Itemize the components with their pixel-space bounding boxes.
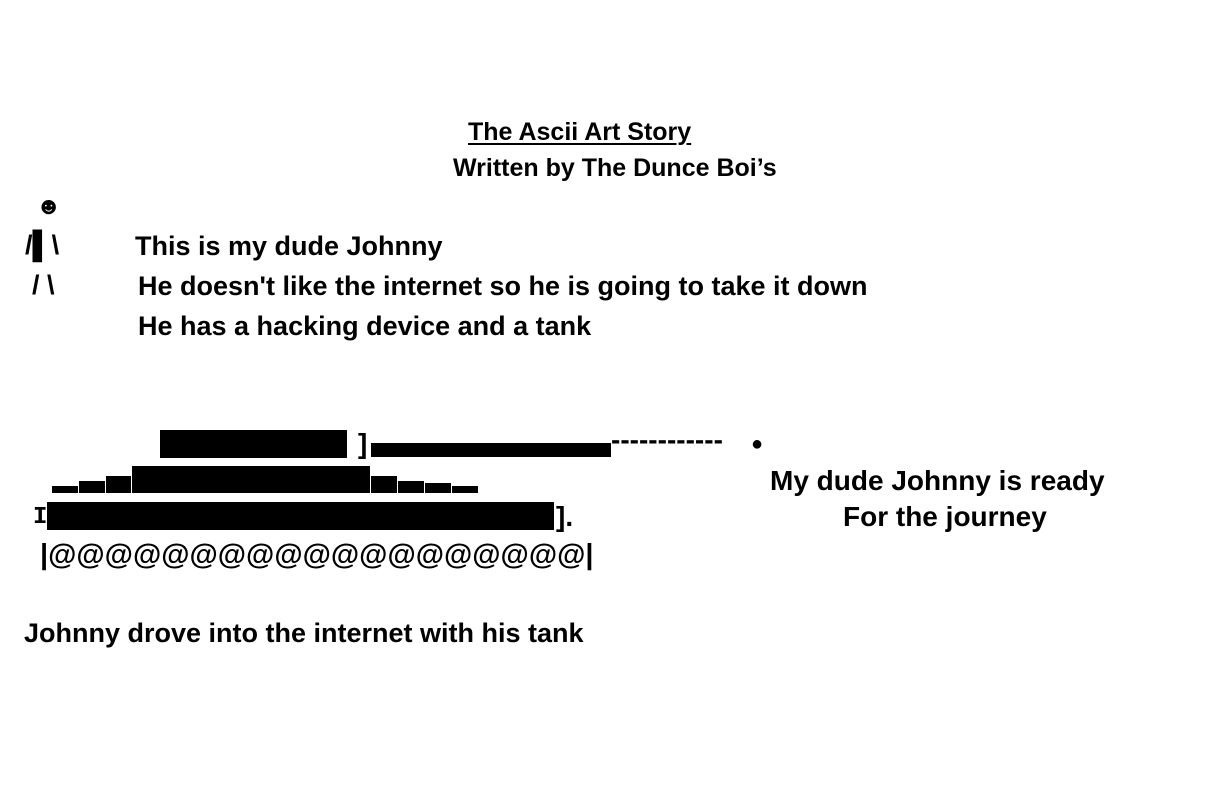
closing-line: Johnny drove into the internet with his … (24, 618, 584, 648)
tank-barrel-dashes: ------------ (611, 424, 723, 455)
johnny-legs-art: / \ (32, 270, 55, 300)
tank-hull-step (52, 486, 78, 493)
caption-journey: For the journey (843, 501, 1047, 532)
story-line-3: He has a hacking device and a tank (138, 311, 592, 341)
tank-turret (160, 430, 347, 458)
tank-hull-left: I (33, 504, 48, 531)
tank-hull-step (371, 476, 397, 493)
tank-hull-step (106, 476, 131, 493)
tank-hull-step (425, 483, 451, 493)
johnny-head-icon: ☻ (36, 193, 62, 220)
tank-barrel-tip-icon: ● (751, 433, 764, 455)
tank-barrel (371, 443, 611, 457)
tank-hull-step (398, 481, 424, 493)
caption-ready: My dude Johnny is ready (770, 465, 1105, 496)
tank-hull-right: ]. (556, 501, 574, 532)
story-byline: Written by The Dunce Boi’s (453, 154, 777, 182)
story-line-1: This is my dude Johnny (135, 231, 443, 261)
tank-hull-step (452, 486, 478, 493)
tank-hull-step (79, 481, 105, 493)
johnny-torso-art: /▌\ (25, 230, 60, 260)
tank-turret-bracket: ] (358, 428, 368, 459)
tank-hull-lower (47, 502, 554, 530)
story-line-2: He doesn't like the internet so he is go… (138, 271, 868, 301)
story-title: The Ascii Art Story (468, 118, 692, 146)
tank-wheels: |@@@@@@@@@@@@@@@@@@@| (40, 539, 594, 571)
tank-hull-mid (132, 466, 370, 493)
